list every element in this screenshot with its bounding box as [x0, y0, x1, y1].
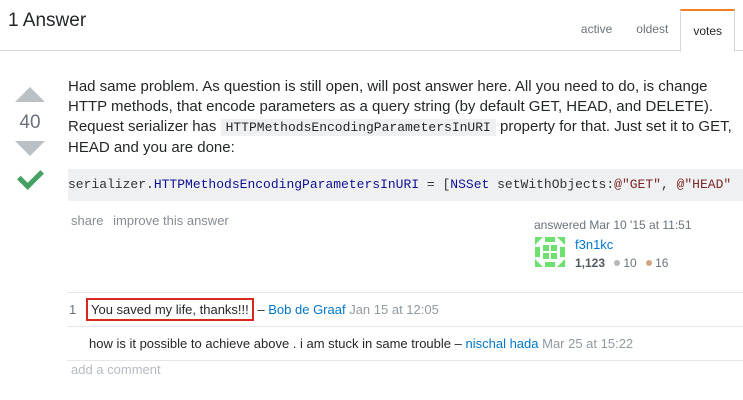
post-menu: share improve this answer [71, 213, 235, 228]
code-token: setWithObjects: [489, 177, 615, 192]
answered-timestamp: answered Mar 10 '15 at 11:51 [534, 218, 692, 232]
comment-item: how is it possible to achieve above . i … [67, 327, 743, 361]
comment-date[interactable]: Jan 15 at 12:05 [349, 302, 439, 317]
tab-active[interactable]: active [569, 9, 624, 50]
reputation-score: 1,123 [575, 256, 606, 270]
comment-date[interactable]: Mar 25 at 15:22 [542, 336, 633, 351]
answer-body: Had same problem. As question is still o… [68, 77, 738, 158]
code-token: @"GET" [614, 177, 661, 192]
code-token: NSSet [450, 177, 490, 192]
bronze-badge-icon [646, 260, 653, 267]
code-token: @"HEAD" [676, 177, 732, 192]
user-reputation-row: 1,123 10 16 [575, 256, 668, 270]
bronze-badge-count: 16 [655, 256, 669, 270]
accepted-checkmark-icon [16, 163, 44, 190]
comment-text: how is it possible to achieve above . i … [89, 336, 452, 351]
improve-answer-link[interactable]: improve this answer [113, 213, 229, 228]
tab-votes[interactable]: votes [680, 9, 735, 52]
comment-separator: – [253, 302, 269, 317]
add-comment-link[interactable]: add a comment [71, 362, 161, 377]
comment-user-link[interactable]: nischal hada [465, 336, 538, 351]
code-token: serializer. [68, 177, 154, 192]
comment-user-link[interactable]: Bob de Graaf [268, 302, 345, 317]
username-link[interactable]: f3n1kc [575, 237, 613, 252]
downvote-arrow-icon[interactable] [15, 141, 45, 156]
user-signature: answered Mar 10 '15 at 11:51 f3n1kc 1,12… [534, 218, 734, 270]
silver-badge-icon [614, 260, 621, 267]
inline-code: HTTPMethodsEncodingParametersInURI [220, 119, 496, 136]
comments-list: 1 You saved my life, thanks!!! – Bob de … [67, 292, 743, 361]
silver-badge-count: 10 [623, 256, 637, 270]
comment-item: 1 You saved my life, thanks!!! – Bob de … [67, 293, 743, 327]
sort-tabs: active oldest votes [569, 9, 735, 52]
comment-separator: – [451, 336, 466, 351]
upvote-arrow-icon[interactable] [15, 87, 45, 102]
highlighted-comment-text: You saved my life, thanks!!! [86, 298, 254, 321]
user-avatar[interactable] [534, 236, 566, 268]
share-link[interactable]: share [71, 213, 104, 228]
vote-count: 40 [19, 112, 41, 133]
code-token: = [ [419, 177, 451, 192]
comment-content: You saved my life, thanks!!! – Bob de Gr… [86, 293, 439, 326]
tab-oldest[interactable]: oldest [624, 9, 680, 50]
answers-header: 1 Answer active oldest votes [0, 0, 743, 52]
code-token: , [660, 177, 677, 192]
code-line: serializer.HTTPMethodsEncodingParameters… [68, 169, 731, 201]
vote-cell: 40 [14, 87, 46, 190]
comment-score: 1 [69, 302, 77, 317]
code-token: HTTPMethodsEncodingParametersInURI [153, 177, 420, 192]
comment-content: how is it possible to achieve above . i … [89, 327, 633, 360]
code-block: serializer.HTTPMethodsEncodingParameters… [68, 169, 743, 201]
answers-count-title: 1 Answer [8, 10, 87, 31]
